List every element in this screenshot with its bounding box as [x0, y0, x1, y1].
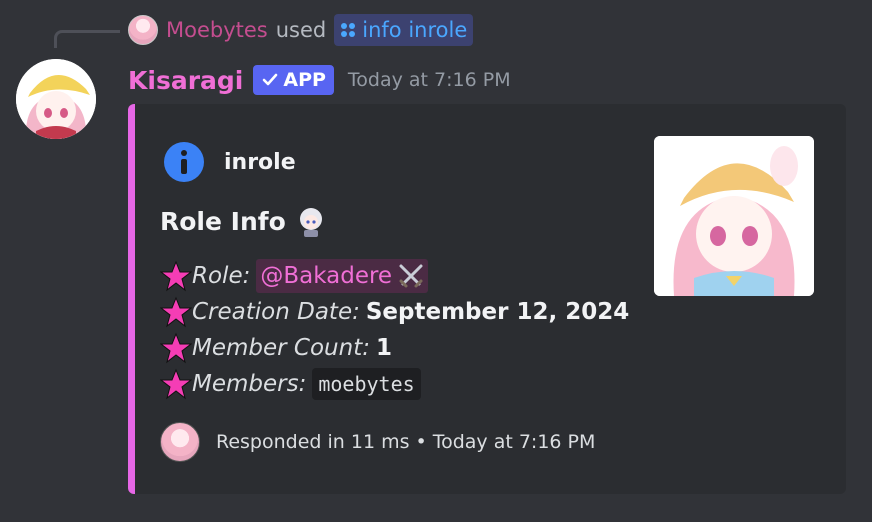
embed-title-text: Role Info	[160, 206, 286, 236]
embed-author-name: inrole	[224, 149, 296, 175]
star-icon	[160, 296, 192, 328]
field-role: Role: @Bakadere	[160, 258, 629, 294]
slash-command-icon	[341, 23, 356, 37]
reply-avatar[interactable]	[128, 15, 158, 45]
reply-connector-line	[54, 30, 120, 48]
field-label: Role:	[192, 263, 251, 289]
embed-author: inrole	[164, 142, 296, 182]
avatar-image	[16, 59, 96, 139]
embed-card: inrole Role Info Role: @Bakadere Creatio…	[128, 104, 846, 494]
author-avatar[interactable]	[16, 59, 96, 139]
star-icon	[160, 368, 192, 400]
embed-title: Role Info	[160, 204, 328, 238]
footer-separator: •	[415, 431, 427, 453]
command-name: info inrole	[362, 18, 468, 42]
field-members: Members: moebytes	[160, 366, 629, 402]
footer-text-group: Responded in 11 ms • Today at 7:16 PM	[216, 431, 595, 453]
crossed-swords-icon	[399, 264, 423, 288]
command-chip[interactable]: info inrole	[334, 14, 474, 46]
field-creation-date: Creation Date: September 12, 2024	[160, 294, 629, 330]
checkmark-icon	[263, 73, 278, 86]
reply-used-text: used	[275, 18, 327, 42]
embed-footer: Responded in 11 ms • Today at 7:16 PM	[160, 422, 595, 462]
chibi-emoji-icon	[299, 208, 322, 237]
embed-accent-bar	[128, 104, 135, 494]
thumbnail-image	[654, 136, 814, 296]
footer-avatar	[160, 422, 200, 462]
reply-reference[interactable]: Moebytes used info inrole	[128, 12, 474, 48]
field-value: September 12, 2024	[365, 299, 630, 325]
footer-text: Responded in 11 ms	[216, 431, 410, 453]
member-code-chip: moebytes	[312, 368, 421, 400]
app-badge: APP	[253, 65, 334, 95]
footer-timestamp: Today at 7:16 PM	[432, 431, 596, 453]
reply-username[interactable]: Moebytes	[166, 18, 268, 42]
message-header: Kisaragi APP Today at 7:16 PM	[128, 62, 511, 98]
field-label: Creation Date:	[192, 299, 360, 325]
field-label: Members:	[192, 371, 307, 397]
embed-fields: Role: @Bakadere Creation Date: September…	[160, 258, 629, 402]
field-value: 1	[375, 335, 392, 361]
author-name[interactable]: Kisaragi	[128, 66, 243, 95]
embed-thumbnail[interactable]	[654, 136, 814, 296]
role-mention[interactable]: @Bakadere	[256, 259, 429, 293]
app-badge-label: APP	[283, 69, 326, 91]
star-icon	[160, 260, 192, 292]
field-label: Member Count:	[192, 335, 370, 361]
role-mention-text: @Bakadere	[260, 263, 393, 289]
info-icon	[164, 142, 204, 182]
message-timestamp[interactable]: Today at 7:16 PM	[348, 69, 511, 91]
field-member-count: Member Count: 1	[160, 330, 629, 366]
star-icon	[160, 332, 192, 364]
